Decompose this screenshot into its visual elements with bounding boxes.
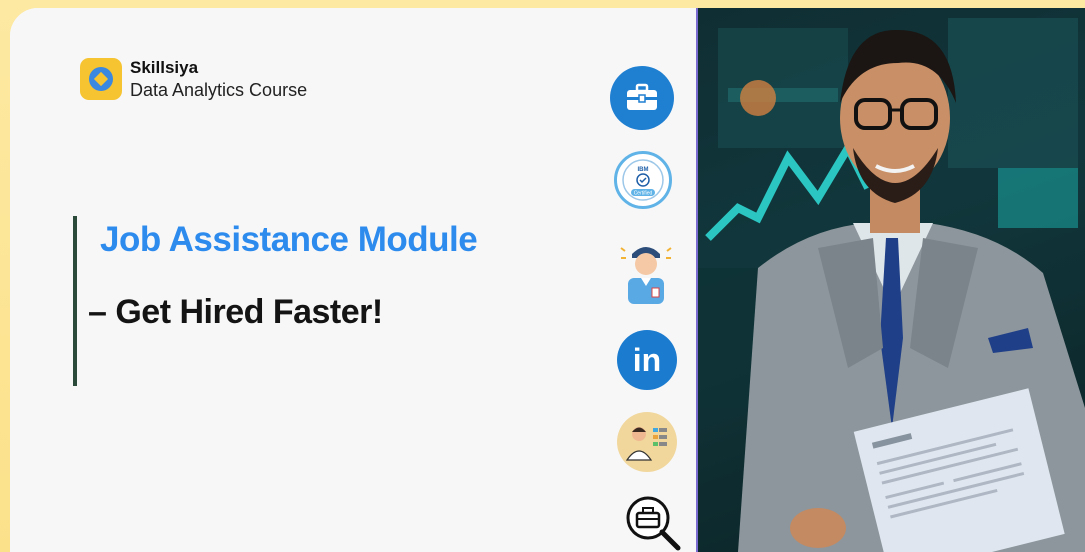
content-panel: Skillsiya Data Analytics Course Job Assi… [10,8,696,552]
candidate-profile-icon [617,412,677,472]
skillsiya-logo-icon [80,58,122,100]
linkedin-icon: in [617,330,677,390]
photo-illustration [698,18,1085,552]
brand-name: Skillsiya [130,58,199,77]
accent-divider [73,216,77,386]
professional-person-icon [618,236,674,306]
professional-photo [698,8,1085,552]
course-name: Data Analytics Course [130,80,308,100]
ibm-certified-badge-icon: IBM Certified [614,151,672,209]
page-frame: Skillsiya Data Analytics Course Job Assi… [0,0,1085,552]
page-subtitle: – Get Hired Faster! [88,293,383,331]
svg-text:Certified: Certified [634,191,653,197]
banner-card: Skillsiya Data Analytics Course Job Assi… [10,8,1085,552]
briefcase-icon [610,66,674,130]
page-title: Job Assistance Module [100,220,478,259]
svg-text:IBM: IBM [638,167,649,173]
job-search-icon [622,492,686,552]
